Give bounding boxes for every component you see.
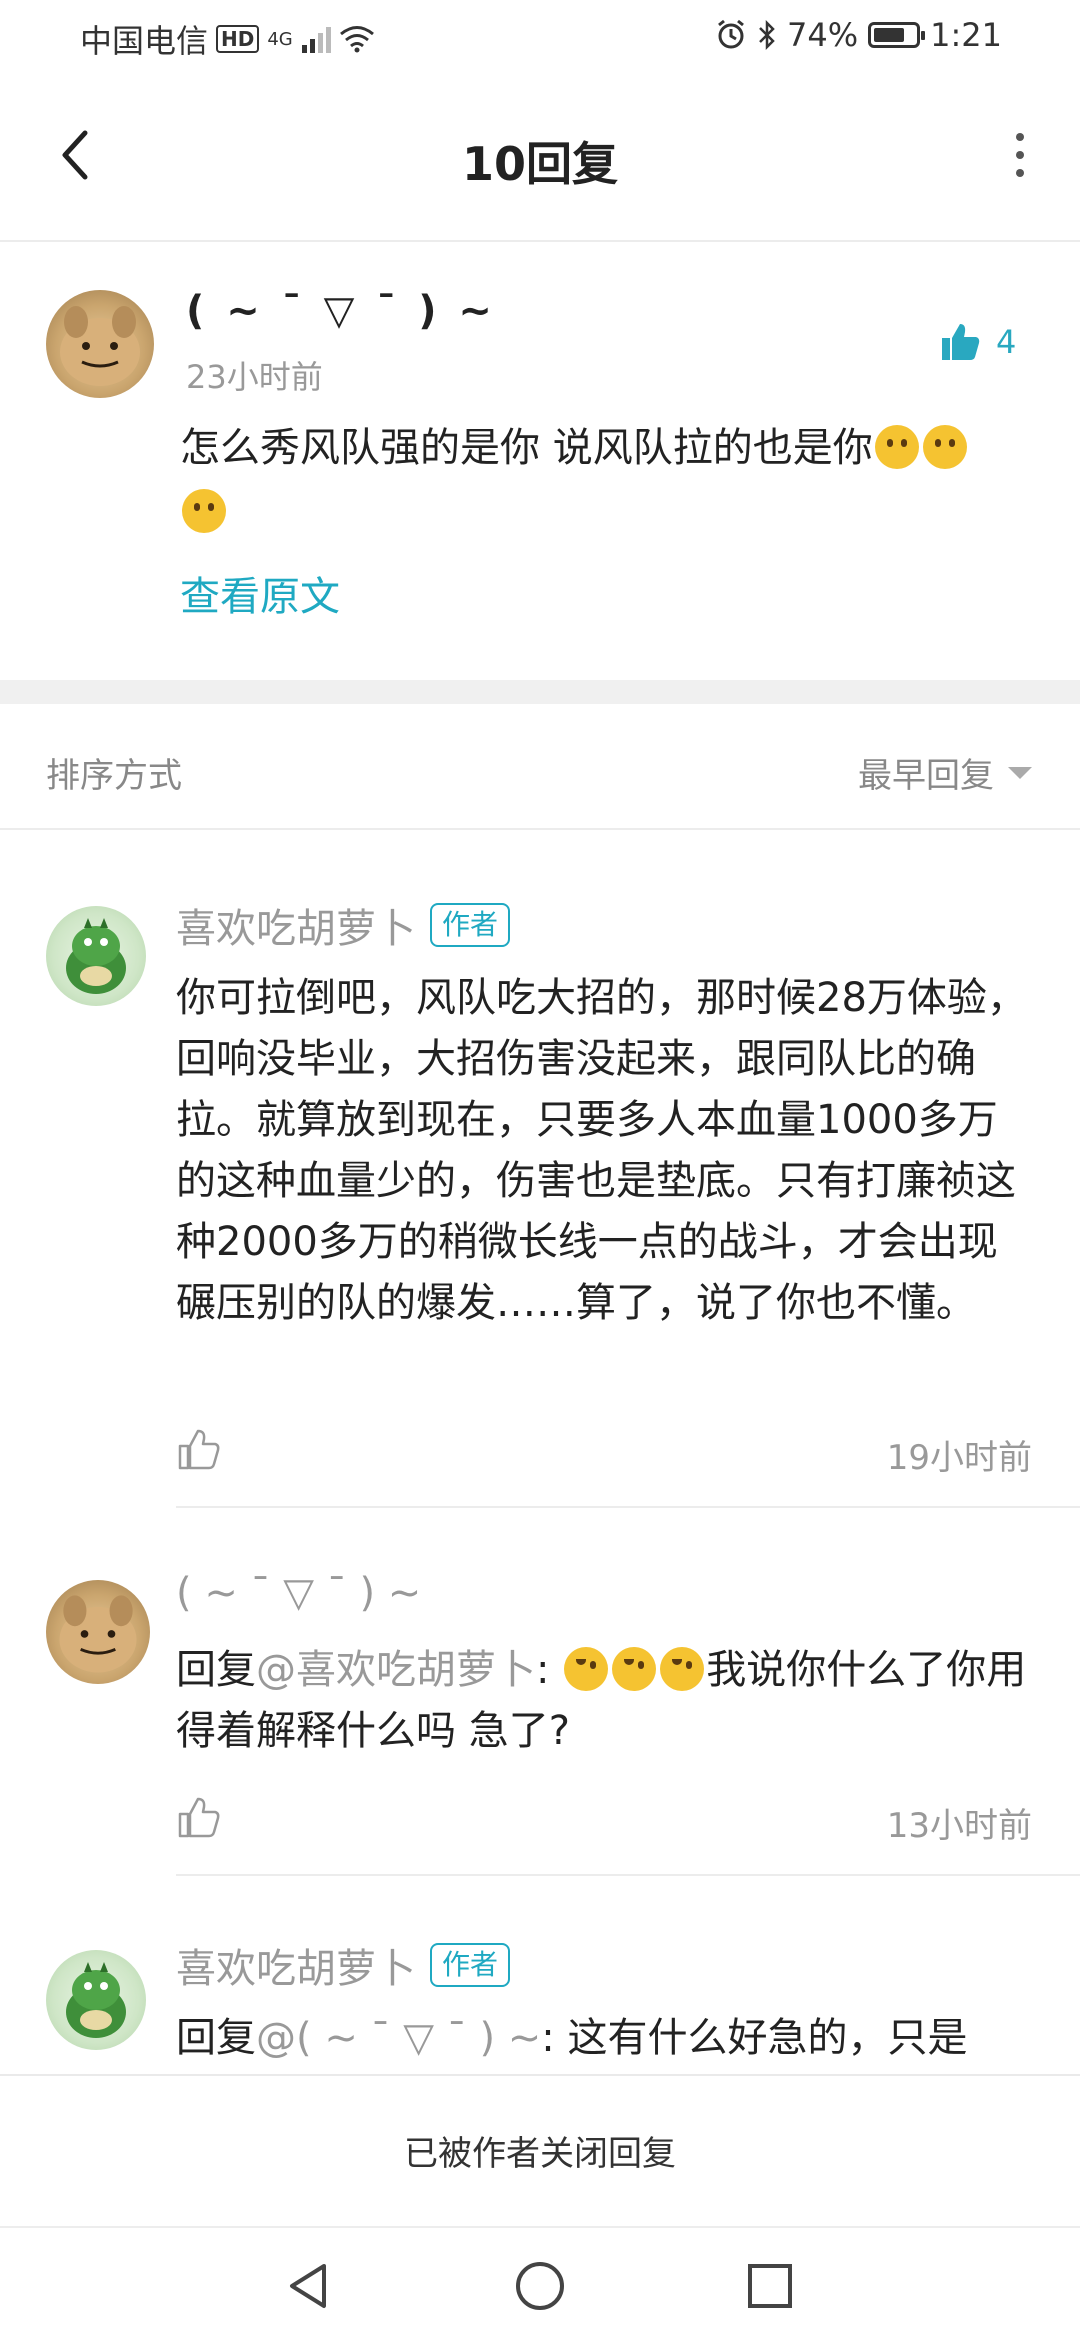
reply-author[interactable]: 喜欢吃胡萝卜 xyxy=(176,896,416,954)
reply-time: 19小时前 xyxy=(886,1438,1032,1478)
reply-author-row: 喜欢吃胡萝卜 作者 xyxy=(176,1936,511,1994)
more-dot xyxy=(1016,169,1024,177)
top-bar: 10回复 xyxy=(0,80,1080,242)
more-options-button[interactable] xyxy=(990,120,1050,190)
status-left: 中国电信 HD 4G xyxy=(80,16,375,62)
dino-avatar-image xyxy=(66,918,126,994)
avatar[interactable] xyxy=(46,290,154,398)
laughing-emoji-icon xyxy=(660,1647,705,1691)
reply-time: 13小时前 xyxy=(886,1806,1032,1846)
like-button[interactable]: 4 xyxy=(938,320,1016,364)
laughing-emoji-icon xyxy=(564,1647,609,1691)
thumbs-up-icon xyxy=(178,1797,220,1838)
author-badge: 作者 xyxy=(430,903,511,947)
more-dot xyxy=(1016,151,1024,159)
reply-text-block: 回复@( ~ ¯ ▽ ¯ ) ~: 这有什么好急的，只是 xyxy=(176,2008,1036,2069)
battery-percent: 74% xyxy=(787,16,859,54)
chevron-down-icon xyxy=(1008,766,1032,779)
comment-time: 23小时前 xyxy=(186,358,323,396)
battery-icon xyxy=(868,22,926,48)
reply-like-button[interactable] xyxy=(176,1794,222,1844)
mention-link[interactable]: @( ~ ¯ ▽ ¯ ) ~ xyxy=(256,2015,541,2061)
reply-like-button[interactable] xyxy=(176,1426,222,1476)
reply-author[interactable]: ( ~ ¯ ▽ ¯ ) ~ xyxy=(176,1570,421,1616)
signal-icon xyxy=(301,27,331,53)
reply-colon: : xyxy=(541,2015,568,2061)
nav-recents-icon[interactable] xyxy=(740,2256,800,2316)
author-badge: 作者 xyxy=(430,1943,511,1987)
sort-label: 排序方式 xyxy=(46,756,182,796)
reply-prefix: 回复 xyxy=(176,1647,256,1693)
system-nav-bar xyxy=(0,2226,1080,2342)
cat-avatar-image xyxy=(59,1595,137,1673)
divider xyxy=(0,828,1080,830)
mention-link[interactable]: @喜欢吃胡萝卜 xyxy=(256,1647,536,1693)
nav-back-icon[interactable] xyxy=(278,2256,338,2316)
more-dot xyxy=(1016,133,1024,141)
reply-author[interactable]: 喜欢吃胡萝卜 xyxy=(176,1936,416,1994)
page-title: 10回复 xyxy=(461,137,618,191)
nav-home-icon[interactable] xyxy=(510,2256,570,2316)
view-original-link[interactable]: 查看原文 xyxy=(180,564,340,622)
bluetooth-icon xyxy=(759,19,775,51)
reply-author-row: 喜欢吃胡萝卜 作者 xyxy=(176,896,511,954)
reply-colon: : xyxy=(536,1647,563,1693)
comment-text: 怎么秀风队强的是你 说风队拉的也是你 xyxy=(180,425,873,471)
laughing-emoji-icon xyxy=(612,1647,657,1691)
sort-dropdown[interactable]: 最早回复 xyxy=(858,748,1032,797)
comment-author[interactable]: ( ~ ¯ ▽ ¯ ) ~ xyxy=(186,288,496,334)
wifi-icon xyxy=(339,26,374,53)
closed-notice: 已被作者关闭回复 xyxy=(404,2134,676,2174)
reply-author-row: ( ~ ¯ ▽ ¯ ) ~ xyxy=(176,1570,421,1616)
thumbs-up-icon xyxy=(942,324,980,360)
replies-closed-bar: 已被作者关闭回复 xyxy=(0,2074,1080,2226)
avatar[interactable] xyxy=(46,906,146,1006)
thinking-emoji-icon xyxy=(182,489,226,533)
hd-icon: HD xyxy=(216,25,260,53)
avatar[interactable] xyxy=(46,1580,150,1684)
section-divider xyxy=(0,680,1080,704)
avatar[interactable] xyxy=(46,1950,146,2050)
alarm-icon xyxy=(718,19,744,49)
battery-fill xyxy=(874,28,905,42)
comment-content: 怎么秀风队强的是你 说风队拉的也是你 xyxy=(180,416,1030,544)
reply-text: 这有什么好急的，只是 xyxy=(567,2015,968,2061)
sort-selected: 最早回复 xyxy=(858,756,994,796)
thinking-emoji-icon xyxy=(922,425,967,469)
network-type-label: 4G xyxy=(267,28,293,50)
carrier-label: 中国电信 xyxy=(80,22,209,60)
reply-text-block: 回复@喜欢吃胡萝卜: 我说你什么了你用得着解释什么吗 急了? xyxy=(176,1640,1036,1762)
status-right: 74% 1:21 xyxy=(715,16,1002,54)
thumbs-up-icon xyxy=(178,1429,220,1470)
like-count: 4 xyxy=(996,323,1017,361)
divider xyxy=(176,1874,1080,1876)
cat-avatar-image xyxy=(60,306,140,386)
reply-prefix: 回复 xyxy=(176,2015,256,2061)
thinking-emoji-icon xyxy=(874,425,919,469)
divider xyxy=(176,1506,1080,1508)
dino-avatar-image xyxy=(66,1962,126,2038)
status-bar: 中国电信 HD 4G 74% 1:21 xyxy=(0,0,1080,72)
clock: 1:21 xyxy=(930,16,1002,54)
reply-text: 你可拉倒吧，风队吃大招的，那时候28万体验，回响没毕业，大招伤害没起来，跟同队比… xyxy=(176,975,1027,1326)
